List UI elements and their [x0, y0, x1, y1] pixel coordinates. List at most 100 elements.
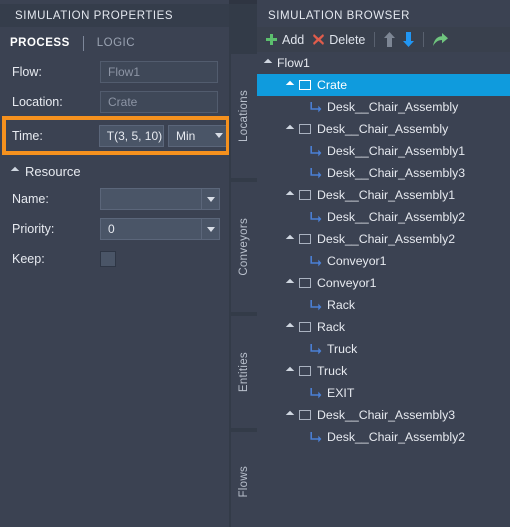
tree-row[interactable]: Truck — [257, 338, 510, 360]
tree-row-label: Desk__Chair_Assembly2 — [327, 210, 466, 224]
location-input[interactable]: Crate — [100, 91, 218, 113]
resource-priority-combobox[interactable]: 0 — [100, 218, 220, 240]
tree-row[interactable]: Desk__Chair_Assembly1 — [257, 140, 510, 162]
tree-row[interactable]: Desk__Chair_Assembly3 — [257, 162, 510, 184]
tree-row[interactable]: EXIT — [257, 382, 510, 404]
forward-button[interactable] — [429, 29, 452, 50]
expander-triangle-icon[interactable] — [285, 190, 295, 200]
tree-row-label: Desk__Chair_Assembly2 — [317, 232, 456, 246]
properties-tab-bar: PROCESS LOGIC — [0, 29, 229, 57]
delete-button[interactable]: Delete — [308, 29, 369, 50]
time-unit-value: Min — [176, 128, 196, 143]
time-unit-dropdown[interactable]: Min — [168, 124, 229, 147]
field-row-keep: Keep: — [0, 244, 229, 274]
tree-row[interactable]: Rack — [257, 316, 510, 338]
tree-row[interactable]: Desk__Chair_Assembly — [257, 96, 510, 118]
vtab-conveyors[interactable]: Conveyors — [231, 182, 257, 312]
corner-arrow-icon — [309, 431, 322, 444]
move-up-button[interactable] — [380, 29, 399, 50]
vtab-locations[interactable]: Locations — [231, 54, 257, 178]
move-down-button[interactable] — [399, 29, 418, 50]
node-square-icon — [299, 190, 311, 200]
tree-row[interactable]: Desk__Chair_Assembly1 — [257, 184, 510, 206]
tree-row[interactable]: Crate — [257, 74, 510, 96]
expander-triangle-icon[interactable] — [263, 58, 273, 68]
toolbar-separator-1 — [374, 32, 376, 47]
resource-priority-label: Priority: — [12, 222, 55, 236]
vtab-entities[interactable]: Entities — [231, 316, 257, 428]
resource-priority-input[interactable]: 0 — [100, 218, 202, 240]
field-row-name: Name: — [0, 184, 229, 214]
tree-row-label: Conveyor1 — [327, 254, 387, 268]
flow-input[interactable]: Flow1 — [100, 61, 218, 83]
node-square-icon — [299, 366, 311, 376]
corner-arrow-icon — [309, 167, 322, 180]
vtab-conveyors-label: Conveyors — [238, 218, 250, 276]
tree-row-label: Desk__Chair_Assembly1 — [317, 188, 456, 202]
tab-process[interactable]: PROCESS — [0, 37, 79, 49]
expander-triangle-icon[interactable] — [285, 410, 295, 420]
expander-triangle-icon[interactable] — [285, 366, 295, 376]
tree-row[interactable]: Desk__Chair_Assembly2 — [257, 426, 510, 448]
tree-row[interactable]: Desk__Chair_Assembly2 — [257, 228, 510, 250]
tree-row-label: Desk__Chair_Assembly — [317, 122, 449, 136]
vtab-locations-label: Locations — [238, 90, 250, 142]
add-button[interactable]: Add — [261, 29, 308, 50]
expander-triangle-icon[interactable] — [285, 278, 295, 288]
browser-panel-title: SIMULATION BROWSER — [268, 9, 410, 22]
simulation-browser-panel: SIMULATION BROWSER Add Delete Flow1 Crat… — [257, 0, 510, 527]
chevron-down-icon — [210, 126, 228, 146]
application-window: SIMULATION PROPERTIES PROCESS LOGIC Flow… — [0, 0, 510, 527]
resource-name-combobox[interactable] — [100, 188, 220, 210]
tree-row-label: Rack — [317, 320, 346, 334]
tree-row-label: EXIT — [327, 386, 355, 400]
tree-row-label: Desk__Chair_Assembly3 — [327, 166, 466, 180]
tree-row-label: Desk__Chair_Assembly1 — [327, 144, 466, 158]
simulation-browser-tree[interactable]: Flow1 Crate Desk__Chair_Assembly Desk__Chai… — [257, 52, 510, 527]
vtab-flows[interactable]: Flows — [231, 432, 257, 527]
toolbar-separator-2 — [423, 32, 425, 47]
expander-triangle-icon[interactable] — [285, 234, 295, 244]
chevron-down-icon[interactable] — [202, 218, 220, 240]
tree-row-label: Desk__Chair_Assembly2 — [327, 430, 466, 444]
resource-name-input[interactable] — [100, 188, 202, 210]
node-square-icon — [299, 322, 311, 332]
corner-arrow-icon — [309, 145, 322, 158]
tree-row[interactable]: Desk__Chair_Assembly2 — [257, 206, 510, 228]
resource-keep-checkbox[interactable] — [100, 251, 116, 267]
resource-section-header[interactable]: Resource — [0, 158, 229, 184]
tree-row[interactable]: Truck — [257, 360, 510, 382]
resource-section-label: Resource — [25, 163, 81, 179]
tree-row[interactable]: Desk__Chair_Assembly — [257, 118, 510, 140]
corner-arrow-icon — [309, 387, 322, 400]
node-square-icon — [299, 278, 311, 288]
tree-row[interactable]: Rack — [257, 294, 510, 316]
vtab-flows-label: Flows — [238, 465, 250, 498]
tab-logic[interactable]: LOGIC — [88, 37, 144, 49]
expander-triangle-icon[interactable] — [285, 80, 295, 90]
tree-row[interactable]: Conveyor1 — [257, 272, 510, 294]
tree-row[interactable]: Flow1 — [257, 52, 510, 74]
tree-row[interactable]: Conveyor1 — [257, 250, 510, 272]
tab-separator — [82, 35, 84, 51]
browser-toolbar: Add Delete — [257, 27, 510, 52]
collapse-triangle-icon — [10, 166, 20, 176]
properties-titlebar: SIMULATION PROPERTIES — [0, 4, 229, 27]
tree-row[interactable]: Desk__Chair_Assembly3 — [257, 404, 510, 426]
properties-panel-title: SIMULATION PROPERTIES — [15, 9, 174, 22]
chevron-down-icon[interactable] — [202, 188, 220, 210]
x-icon — [312, 33, 325, 46]
expander-triangle-icon[interactable] — [285, 322, 295, 332]
resource-keep-label: Keep: — [12, 252, 45, 266]
flow-label: Flow: — [12, 65, 42, 79]
corner-arrow-icon — [309, 211, 322, 224]
field-row-priority: Priority: 0 — [0, 214, 229, 244]
node-square-icon — [299, 124, 311, 134]
location-label: Location: — [12, 95, 63, 109]
add-button-label: Add — [282, 32, 305, 47]
node-square-icon — [299, 80, 311, 90]
expander-triangle-icon[interactable] — [285, 124, 295, 134]
time-label: Time: — [12, 128, 43, 143]
tree-row-label: Desk__Chair_Assembly3 — [317, 408, 456, 422]
time-input[interactable]: T(3, 5, 10) — [98, 124, 164, 147]
